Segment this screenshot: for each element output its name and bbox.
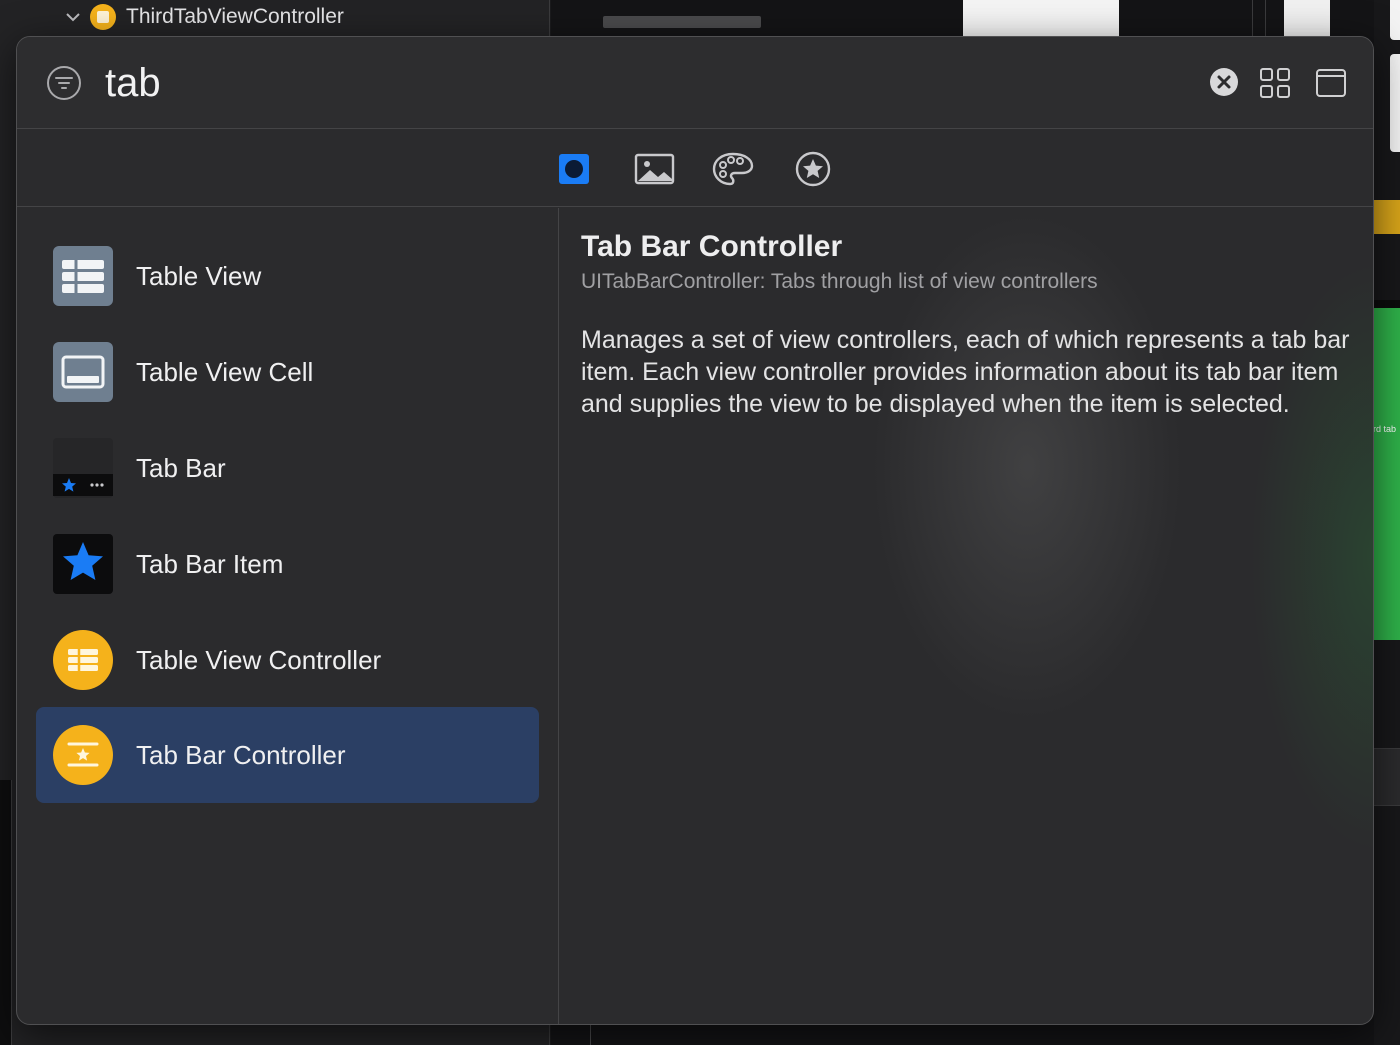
table-view-icon [53,246,113,306]
star-circle-icon [795,151,831,187]
chevron-down-icon[interactable] [66,10,80,24]
detail-subtitle: UITabBarController: Tabs through list of… [581,270,1098,293]
canvas-divider [1252,0,1266,36]
library-detail-pane: Tab Bar Controller UITabBarController: T… [560,208,1373,1024]
photo-icon [634,153,675,185]
outline-row-third-tab[interactable]: ThirdTabViewController [66,2,344,32]
list-item-table-view-controller[interactable]: Table View Controller [36,612,539,708]
detail-title: Tab Bar Controller [581,230,843,263]
palette-icon [712,152,754,186]
canvas-green-label: rd tab [1373,424,1397,434]
list-item-table-view-cell[interactable]: Table View Cell [36,324,539,420]
search-input[interactable] [103,55,1103,111]
library-category-tabs [17,129,1373,207]
list-item-label: Tab Bar Controller [136,740,346,770]
list-item-label: Table View Controller [136,645,382,675]
table-view-cell-icon [53,342,113,402]
library-popup: Table View Table View Cell [16,36,1374,1025]
canvas-green-view [1374,300,1400,640]
tab-snippets[interactable] [794,151,832,187]
library-search-bar [17,37,1373,129]
canvas-scene-edge [1390,54,1400,152]
detail-description: Manages a set of view controllers, each … [581,326,1350,418]
outline-row-label: ThirdTabViewController [126,5,344,28]
grid-icon[interactable] [1259,67,1291,99]
list-item-tab-bar[interactable]: Tab Bar [36,420,539,516]
tab-bar-controller-icon [53,725,113,785]
canvas-lower-panel [1374,748,1400,806]
canvas-scene-edge-top [1390,0,1400,40]
tab-colors[interactable] [712,151,754,187]
view-controller-icon [90,4,116,30]
list-item-label: Tab Bar [136,453,226,483]
table-view-controller-icon [53,630,113,690]
canvas-scene-thumb [1284,0,1330,36]
list-item-label: Table View Cell [136,357,314,387]
list-item-table-view[interactable]: Table View [36,228,539,324]
tab-media[interactable] [634,151,676,187]
tab-bar-item-icon [53,534,113,594]
filter-icon[interactable] [46,65,82,101]
list-item-tab-bar-controller[interactable]: Tab Bar Controller [36,707,539,803]
tab-objects[interactable] [558,151,592,187]
list-item-tab-bar-item[interactable]: Tab Bar Item [36,516,539,612]
outline-edge [0,780,12,1045]
clear-icon[interactable] [1209,67,1239,97]
library-results-list: Table View Table View Cell Tab Bar Tab B… [17,208,559,1024]
panel-icon[interactable] [1315,67,1347,99]
canvas-bottom-line [590,1024,591,1045]
square-circle-icon [559,154,589,184]
list-item-label: Tab Bar Item [136,549,284,579]
list-item-label: Table View [136,261,262,291]
canvas-scene-dock [1374,200,1400,234]
tab-bar-icon [53,438,113,498]
canvas-scene-preview [963,0,1119,36]
canvas-scene-bar [603,16,761,28]
